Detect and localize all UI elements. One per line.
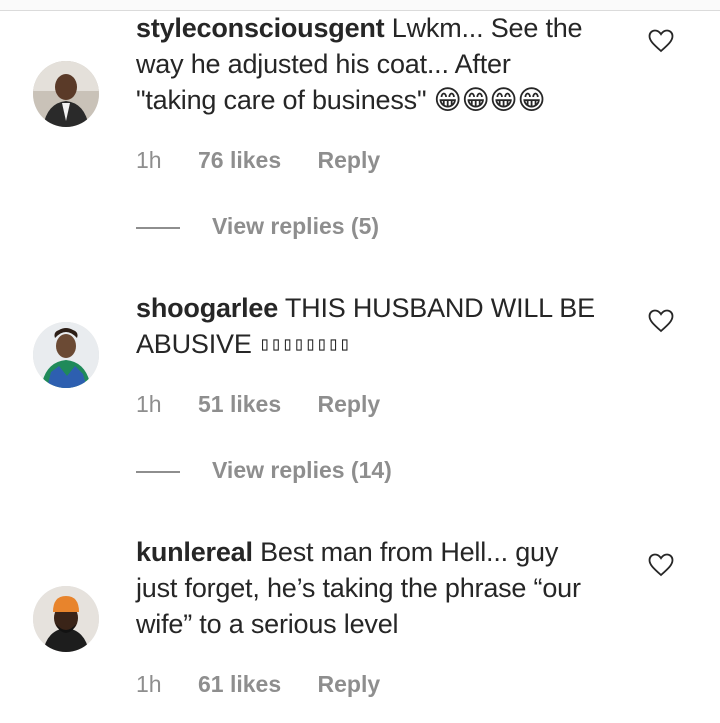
- comment-meta: 1h 61 likes Reply: [136, 671, 410, 698]
- username-link[interactable]: shoogarlee: [136, 293, 278, 323]
- heart-outline-icon[interactable]: [648, 309, 674, 333]
- emoji: 😁😁😁😁: [433, 85, 546, 116]
- avatar[interactable]: [33, 586, 99, 652]
- comment-body: THIS HUSBAND WILL BE: [278, 293, 595, 323]
- username-link[interactable]: styleconsciousgent: [136, 13, 385, 43]
- comment-text: styleconsciousgent Lwkm... See the way h…: [136, 10, 606, 119]
- comment-body: Lwkm... See the: [384, 13, 583, 43]
- heart-outline-icon[interactable]: [648, 553, 674, 577]
- username-link[interactable]: kunlereal: [136, 537, 253, 567]
- comment-body: Best man from Hell... guy: [252, 537, 559, 567]
- timestamp: 1h: [136, 391, 162, 417]
- heart-outline-icon[interactable]: [648, 29, 674, 53]
- reply-button[interactable]: Reply: [318, 671, 381, 697]
- replies-divider: [136, 227, 180, 229]
- comment-body: "taking care of business": [136, 85, 434, 115]
- timestamp: 1h: [136, 147, 162, 173]
- likes-count[interactable]: 76 likes: [198, 147, 281, 173]
- avatar[interactable]: [33, 61, 99, 127]
- reply-button[interactable]: Reply: [318, 391, 381, 417]
- comment-body: wife” to a serious level: [136, 609, 399, 639]
- replies-divider: [136, 471, 180, 473]
- avatar[interactable]: [33, 322, 99, 388]
- comment-body: way he adjusted his coat... After: [136, 49, 511, 79]
- likes-count[interactable]: 51 likes: [198, 391, 281, 417]
- reply-button[interactable]: Reply: [318, 147, 381, 173]
- comment-meta: 1h 51 likes Reply: [136, 391, 410, 418]
- view-replies-label[interactable]: View replies (5): [212, 213, 379, 240]
- view-replies-label[interactable]: View replies (14): [212, 457, 392, 484]
- comment-body: just forget, he’s taking the phrase “our: [136, 573, 581, 603]
- comment-text: shoogarlee THIS HUSBAND WILL BE ABUSIVE …: [136, 290, 606, 362]
- comment-body: ABUSIVE: [136, 329, 259, 359]
- timestamp: 1h: [136, 671, 162, 697]
- comment-text: kunlereal Best man from Hell... guy just…: [136, 534, 606, 642]
- comment-meta: 1h 76 likes Reply: [136, 147, 410, 174]
- unrendered-characters: ▯▯▯▯▯▯▯▯: [258, 333, 351, 355]
- likes-count[interactable]: 61 likes: [198, 671, 281, 697]
